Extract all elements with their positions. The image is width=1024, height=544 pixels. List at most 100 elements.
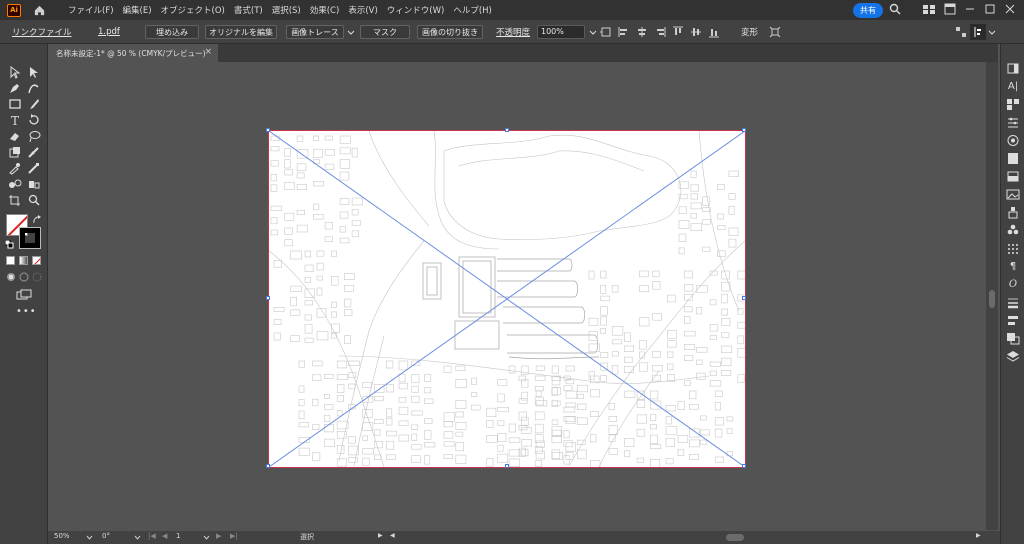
panel-icon[interactable] [944,3,956,15]
menu-window[interactable]: ウィンドウ(W) [387,4,445,16]
menu-select[interactable]: 選択(S) [272,4,301,16]
scroll-right-icon[interactable]: ▶ [976,532,981,539]
image-trace-button[interactable]: 画像トレース [286,25,344,39]
file-name-link[interactable]: 1.pdf [98,27,120,37]
edit-original-button[interactable]: オリジナルを編集 [205,25,277,39]
menu-object[interactable]: オブジェクト(O) [161,4,225,16]
menu-file[interactable]: ファイル(F) [68,4,114,16]
menu-view[interactable]: 表示(V) [348,4,377,16]
pen-icon[interactable] [8,82,22,95]
stroke-swatch[interactable] [19,227,41,249]
minimize-icon[interactable] [964,3,976,15]
opacity-label[interactable]: 不透明度 [496,26,530,38]
crop-image-button[interactable]: 画像の切り抜き [417,25,483,39]
brush-icon[interactable] [27,98,41,111]
none-mode-icon[interactable] [32,256,41,265]
rotate-icon[interactable] [27,114,41,127]
transform-link[interactable]: 変形 [741,26,758,38]
align-right-icon[interactable] [654,26,666,38]
artboard-tool-icon[interactable] [8,194,22,207]
screen-mode-icon[interactable] [16,289,32,301]
fill-icon[interactable] [8,146,22,159]
more-tools-icon[interactable]: ••• [16,306,37,317]
properties-icon[interactable] [1006,62,1020,75]
resize-handle-l[interactable] [266,296,270,300]
gradient-icon[interactable] [1006,170,1020,183]
maximize-icon[interactable] [984,3,996,15]
image-icon[interactable] [1006,188,1020,201]
swatches-icon[interactable] [1006,152,1020,165]
lasso-icon[interactable] [27,130,41,143]
panel-chevron-icon[interactable] [988,30,996,36]
rectangle-icon[interactable] [8,98,22,111]
isolate-icon[interactable] [769,26,781,38]
character-icon[interactable]: A| [1006,80,1020,93]
direct-selection-icon[interactable] [27,66,41,79]
zoom-chevron-icon[interactable] [86,535,93,540]
close-icon[interactable] [1004,3,1016,15]
resize-handle-tl[interactable] [266,128,270,132]
align-top-icon[interactable] [672,26,684,38]
document-tab[interactable]: 名称未設定-1* @ 50 % (CMYK/プレビュー) × [48,44,218,62]
draw-behind-icon[interactable] [19,272,29,282]
opentype-icon[interactable]: O [1006,278,1020,291]
mask-button[interactable]: マスク [360,25,410,39]
opacity-chevron-icon[interactable] [589,30,597,36]
artboard[interactable] [266,128,748,469]
rotate-chevron-icon[interactable] [134,535,141,540]
share-button[interactable]: 共有 [853,3,883,18]
resize-handle-br[interactable] [742,464,746,468]
draw-inside-icon[interactable] [32,272,42,282]
symbols-icon[interactable] [1006,224,1020,237]
align-vcenter-icon[interactable] [690,26,702,38]
selection-tool-icon[interactable] [8,66,22,79]
type-icon[interactable]: T [8,114,22,128]
arrange-docs-icon[interactable] [955,26,967,38]
placed-image-map[interactable] [268,130,748,469]
layers-icon[interactable] [1006,350,1020,363]
prev-artboard-icon[interactable]: ◀ [162,532,167,540]
resize-handle-t[interactable] [505,128,509,132]
tab-close-icon[interactable]: × [204,47,212,57]
link-panel-link[interactable]: リンクファイル [12,26,72,38]
menu-type[interactable]: 書式(T) [234,4,263,16]
artboard-align-icon[interactable] [600,26,612,38]
align-left-icon[interactable] [618,26,630,38]
resize-handle-bl[interactable] [266,464,270,468]
color-icon[interactable] [1006,134,1020,147]
artboard-chevron-icon[interactable] [203,535,210,540]
puppet-icon[interactable] [1006,206,1020,219]
next-artboard-icon[interactable]: ▶ [216,532,221,540]
resize-handle-b[interactable] [505,464,509,468]
status-expand-icon[interactable]: ▶ [378,532,383,539]
stroke-icon[interactable] [1006,296,1020,309]
last-artboard-icon[interactable]: ▶| [230,532,238,540]
embed-button[interactable]: 埋め込み [145,25,199,39]
graph-icon[interactable] [27,178,41,191]
paragraph-icon[interactable]: ¶ [1006,260,1020,273]
search-icon[interactable] [889,3,901,15]
scroll-left-icon[interactable]: ◀ [390,532,395,539]
menu-effect[interactable]: 効果(C) [310,4,340,16]
horizontal-scroll-thumb[interactable] [726,534,744,541]
opacity-field[interactable]: 100% [537,25,585,39]
artboard-number[interactable]: 1 [176,532,180,540]
eyedropper-icon[interactable] [8,162,22,175]
adjust-icon[interactable] [1006,116,1020,129]
default-colors-icon[interactable] [5,240,14,249]
vertical-scrollbar[interactable] [986,62,998,530]
curvature-icon[interactable] [27,82,41,95]
shape-builder-icon[interactable] [8,178,22,191]
zoom-level[interactable]: 50% [54,532,70,540]
zoom-icon[interactable] [27,194,41,207]
resize-handle-tr[interactable] [742,128,746,132]
arrange-icon[interactable] [922,3,936,15]
menu-help[interactable]: ヘルプ(H) [453,4,492,16]
vertical-scroll-thumb[interactable] [989,290,995,308]
menu-edit[interactable]: 編集(E) [123,4,152,16]
swap-colors-icon[interactable] [32,215,42,225]
blend-icon[interactable] [27,162,41,175]
align-panel-icon[interactable] [1006,314,1020,327]
width-icon[interactable] [27,146,41,159]
align-bottom-icon[interactable] [708,26,720,38]
